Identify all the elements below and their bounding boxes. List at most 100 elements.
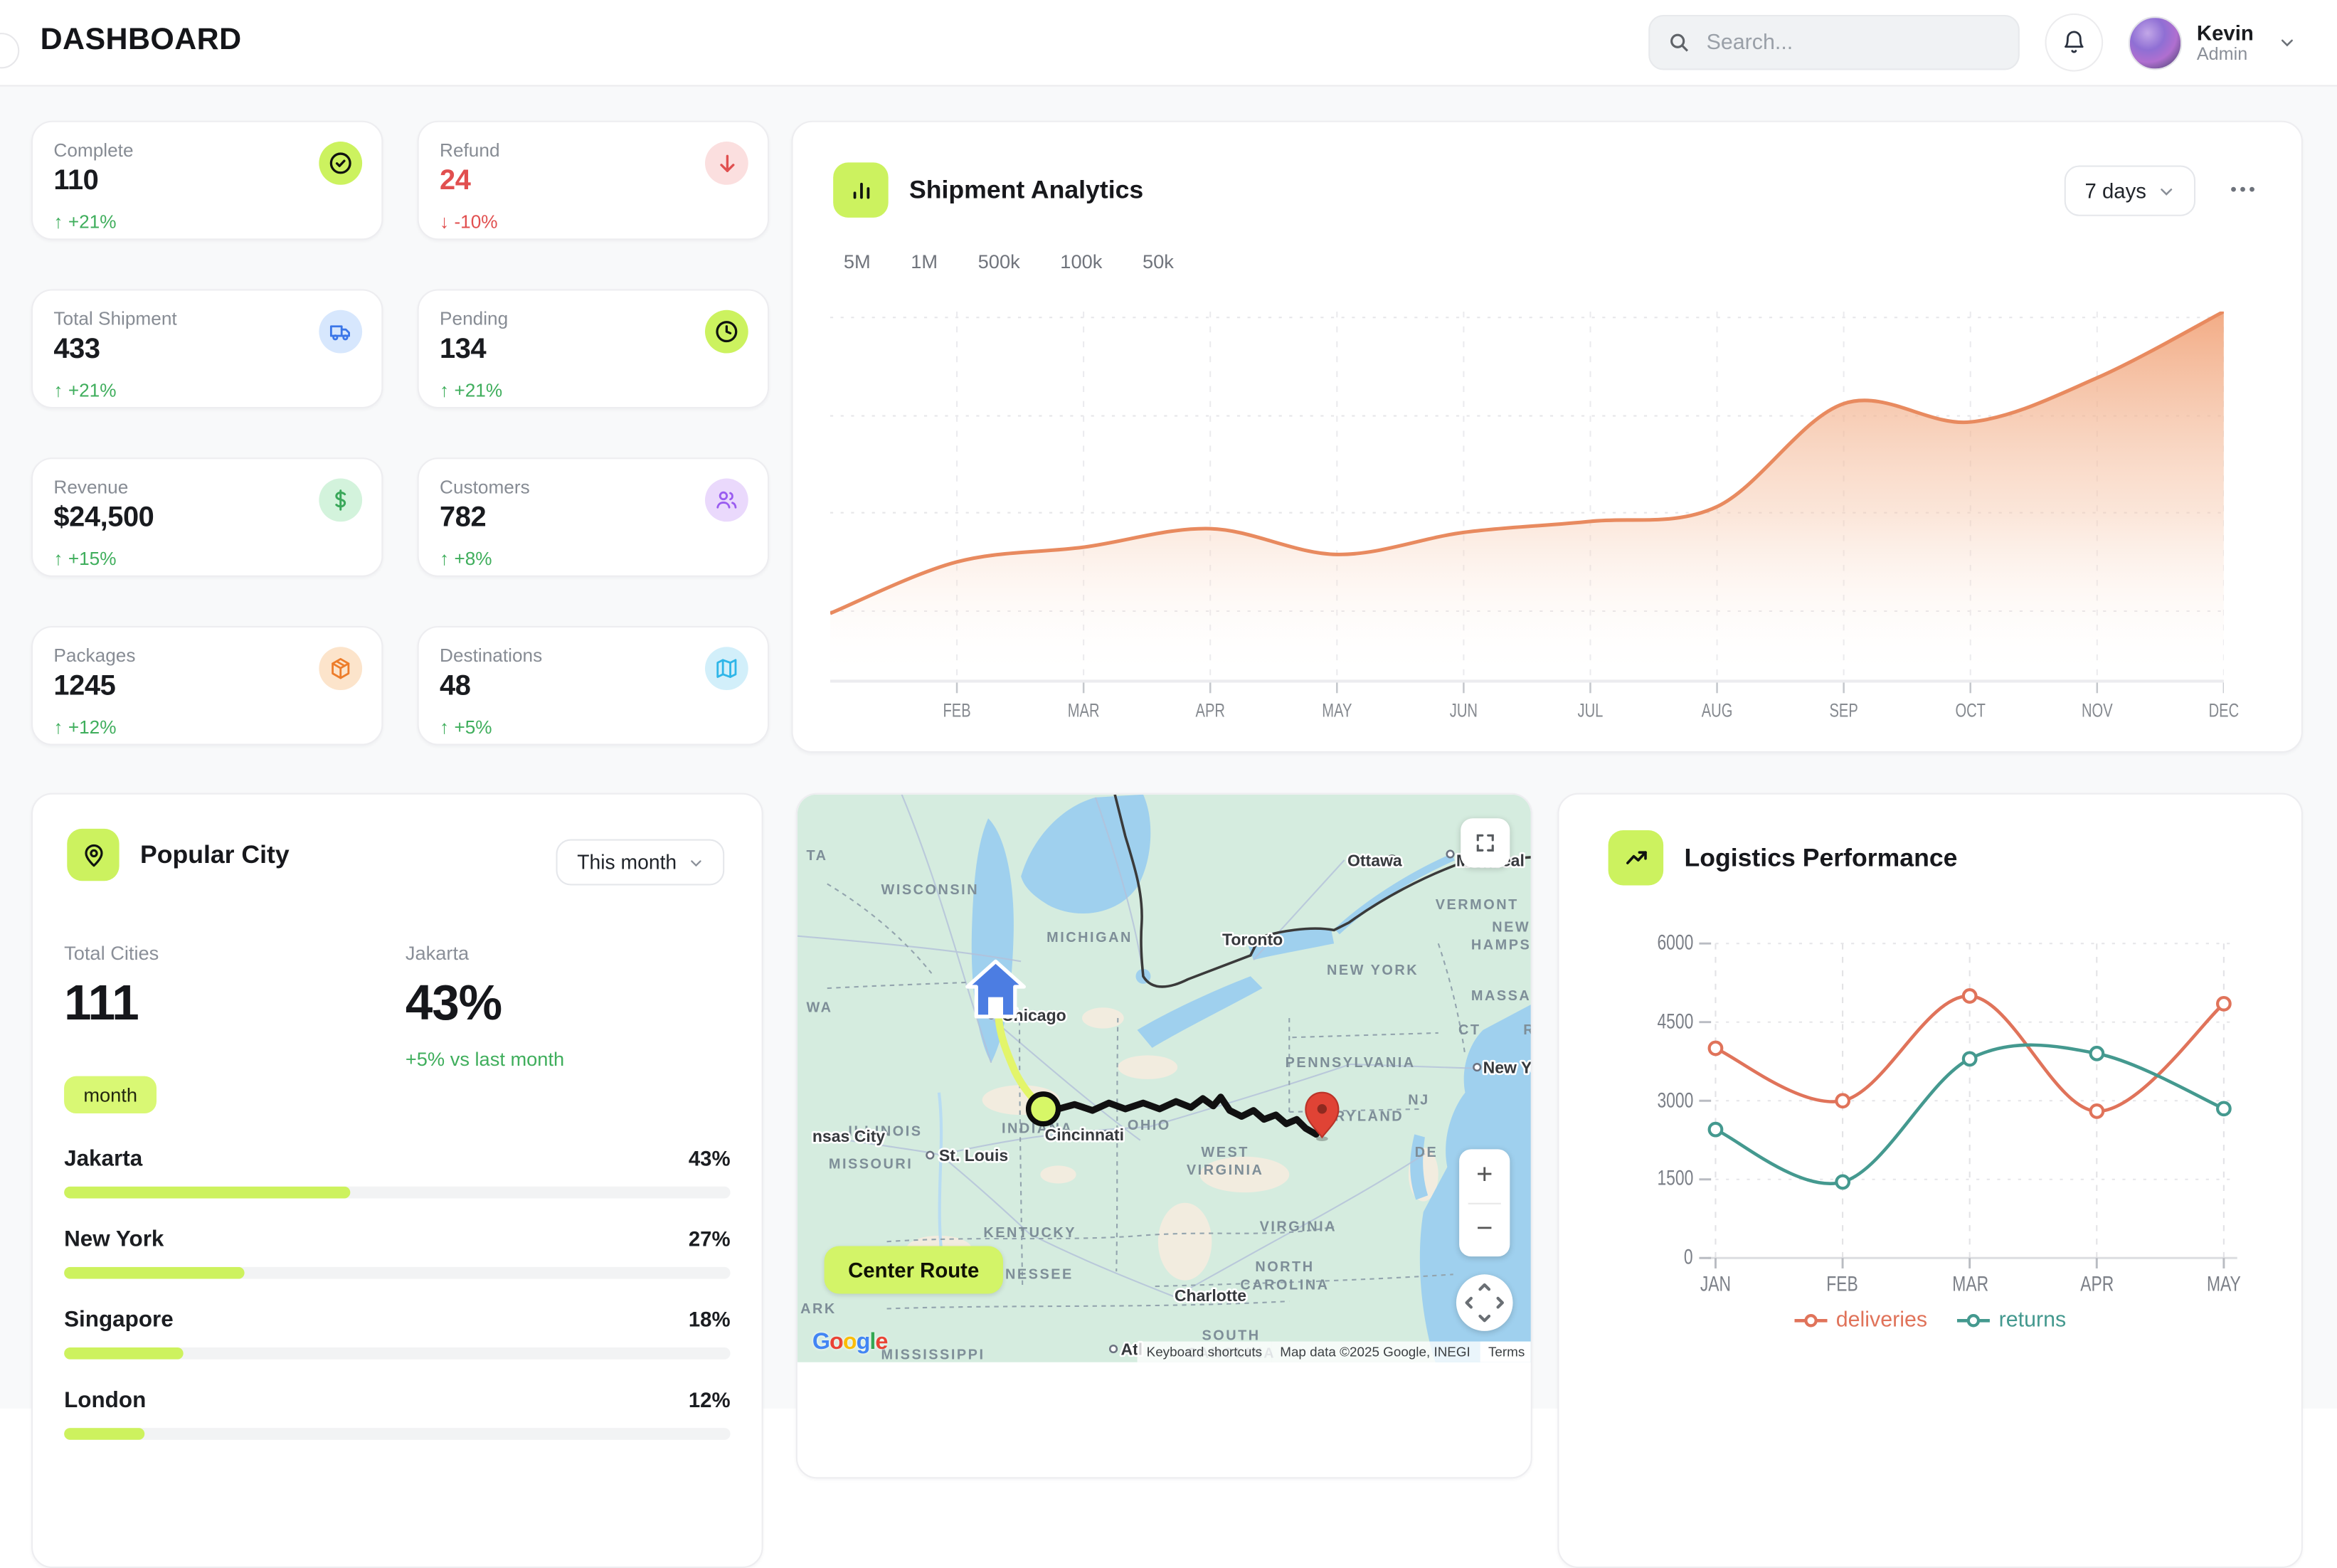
map-state-label: WA	[806, 1000, 832, 1016]
data-point-deliveries[interactable]	[2217, 997, 2230, 1010]
stat-value: $24,500	[53, 502, 361, 535]
y-tick-label: 4500	[1633, 1009, 1693, 1033]
map-state-label: DE	[1415, 1145, 1438, 1160]
map-city-label: St. Louis	[939, 1146, 1008, 1165]
popular-city-card: Popular City This month Total Cities 111…	[31, 793, 763, 1568]
search-icon	[1668, 31, 1690, 53]
stat-card-packages[interactable]: Packages 1245 ↑ +12%	[31, 626, 383, 746]
popular-city-header: Popular City	[67, 829, 289, 881]
legend-label: returns	[1999, 1308, 2067, 1333]
stat-card-pending[interactable]: Pending 134 ↑ +21%	[418, 289, 769, 408]
x-tick-label: JAN	[1700, 1271, 1731, 1296]
range-dropdown[interactable]: 7 days	[2064, 166, 2195, 216]
total-cities-block: Total Cities 111	[64, 942, 159, 1032]
data-point-returns[interactable]	[1964, 1053, 1976, 1066]
terms-link[interactable]: Terms	[1479, 1342, 1532, 1362]
map-city-label: New York	[1483, 1058, 1532, 1076]
keyboard-shortcuts-link[interactable]: Keyboard shortcuts	[1138, 1342, 1271, 1362]
stat-delta: +8%	[454, 549, 492, 569]
legend-item-deliveries[interactable]: deliveries	[1794, 1308, 1927, 1333]
stats-grid: Complete 110 ↑ +21% Refund 24 ↓ -10% Tot…	[31, 121, 769, 746]
zoom-out-button[interactable]: −	[1459, 1204, 1510, 1256]
stat-value: 433	[53, 334, 361, 366]
users-icon	[705, 479, 748, 522]
stat-card-total-shipment[interactable]: Total Shipment 433 ↑ +21%	[31, 289, 383, 408]
map-state-label: VERMONT	[1436, 897, 1519, 913]
period-dropdown[interactable]: This month	[556, 839, 724, 886]
map-city-label: Cincinnati	[1045, 1125, 1124, 1144]
scale-50k[interactable]: 50k	[1143, 250, 1174, 272]
city-bar	[64, 1428, 731, 1440]
month-label: OCT	[1955, 699, 1986, 721]
data-point-deliveries[interactable]	[1964, 990, 1976, 1002]
stat-delta: +21%	[68, 380, 117, 401]
pan-control[interactable]	[1456, 1274, 1513, 1331]
data-point-deliveries[interactable]	[1836, 1094, 1849, 1107]
city-row: New York 27%	[64, 1227, 731, 1254]
stat-card-revenue[interactable]: Revenue $24,500 ↑ +15%	[31, 457, 383, 577]
city-percent: 27%	[689, 1227, 731, 1251]
search-input[interactable]	[1703, 29, 1977, 56]
legend-item-returns[interactable]: returns	[1957, 1308, 2066, 1333]
search-box[interactable]	[1648, 15, 2020, 70]
map-city-label: Ottawa	[1347, 851, 1402, 869]
data-point-returns[interactable]	[1710, 1123, 1722, 1136]
route-start-marker[interactable]	[1029, 1094, 1059, 1124]
data-point-returns[interactable]	[2091, 1047, 2104, 1060]
month-badge[interactable]: month	[64, 1076, 157, 1113]
area-fill	[830, 312, 2224, 679]
sidebar-collapse-handle[interactable]	[0, 33, 19, 68]
city-percent: 18%	[689, 1307, 731, 1331]
map-state-label: NEW	[1492, 919, 1530, 935]
period-selected: This month	[577, 851, 677, 873]
scale-500k[interactable]: 500k	[978, 250, 1020, 272]
page-title: DASHBOARD	[41, 22, 242, 58]
month-label: DEC	[2209, 699, 2240, 721]
map-state-label: ARK	[800, 1301, 837, 1317]
chevron-down-icon[interactable]	[2279, 34, 2295, 51]
avatar[interactable]	[2129, 16, 2182, 69]
header-actions: Kevin Admin	[1648, 0, 2296, 85]
google-logo[interactable]: Google	[812, 1330, 888, 1357]
data-point-returns[interactable]	[2217, 1103, 2230, 1116]
map-state-label: OHIO	[1128, 1118, 1171, 1133]
top-city-value: 43%	[406, 975, 564, 1032]
city-bar-fill	[64, 1347, 184, 1360]
map-state-label: VIRGINIA	[1187, 1162, 1264, 1178]
scale-100k[interactable]: 100k	[1060, 250, 1102, 272]
scale-1m[interactable]: 1M	[911, 250, 938, 272]
total-cities-value: 111	[64, 975, 159, 1032]
stat-card-refund[interactable]: Refund 24 ↓ -10%	[418, 121, 769, 240]
map-attribution: Keyboard shortcuts Map data ©2025 Google…	[1138, 1342, 1532, 1362]
stat-label: Packages	[53, 645, 361, 666]
data-point-returns[interactable]	[1836, 1176, 1849, 1189]
clock-icon	[705, 310, 748, 354]
zoom-in-button[interactable]: +	[1459, 1149, 1510, 1202]
y-tick-label: 1500	[1633, 1165, 1693, 1190]
stat-card-destinations[interactable]: Destinations 48 ↑ +5%	[418, 626, 769, 746]
notifications-button[interactable]	[2045, 14, 2103, 72]
stat-card-complete[interactable]: Complete 110 ↑ +21%	[31, 121, 383, 240]
center-route-button[interactable]: Center Route	[825, 1246, 1003, 1294]
data-point-deliveries[interactable]	[1710, 1042, 1722, 1055]
scale-5m[interactable]: 5M	[844, 250, 871, 272]
x-tick-label: MAY	[2207, 1271, 2241, 1296]
map-state-label: KENTUCKY	[983, 1225, 1076, 1241]
shipment-analytics-card: Shipment Analytics 7 days ••• 5M 1M 500k…	[791, 121, 2302, 753]
up-arrow-icon: ↑	[53, 380, 63, 401]
fullscreen-button[interactable]	[1461, 818, 1510, 867]
city-row: Jakarta 43%	[64, 1146, 731, 1173]
map-canvas[interactable]: WISCONSIN MICHIGAN ILLINOIS INDIANA OHIO…	[797, 795, 1532, 1362]
more-menu-button[interactable]: •••	[2230, 179, 2258, 199]
stat-card-customers[interactable]: Customers 782 ↑ +8%	[418, 457, 769, 577]
city-percent: 12%	[689, 1388, 731, 1412]
stat-delta: +21%	[68, 212, 117, 233]
stat-label: Complete	[53, 140, 361, 161]
data-point-deliveries[interactable]	[2091, 1105, 2104, 1118]
up-arrow-icon: ↑	[53, 212, 63, 233]
shipment-area-chart[interactable]	[830, 312, 2224, 679]
range-selected: 7 days	[2085, 179, 2146, 203]
map-state-label: WISCONSIN	[881, 882, 980, 898]
top-city-delta: +5% vs last month	[406, 1048, 564, 1070]
map-state-label: PENNSYLVANIA	[1286, 1055, 1416, 1071]
